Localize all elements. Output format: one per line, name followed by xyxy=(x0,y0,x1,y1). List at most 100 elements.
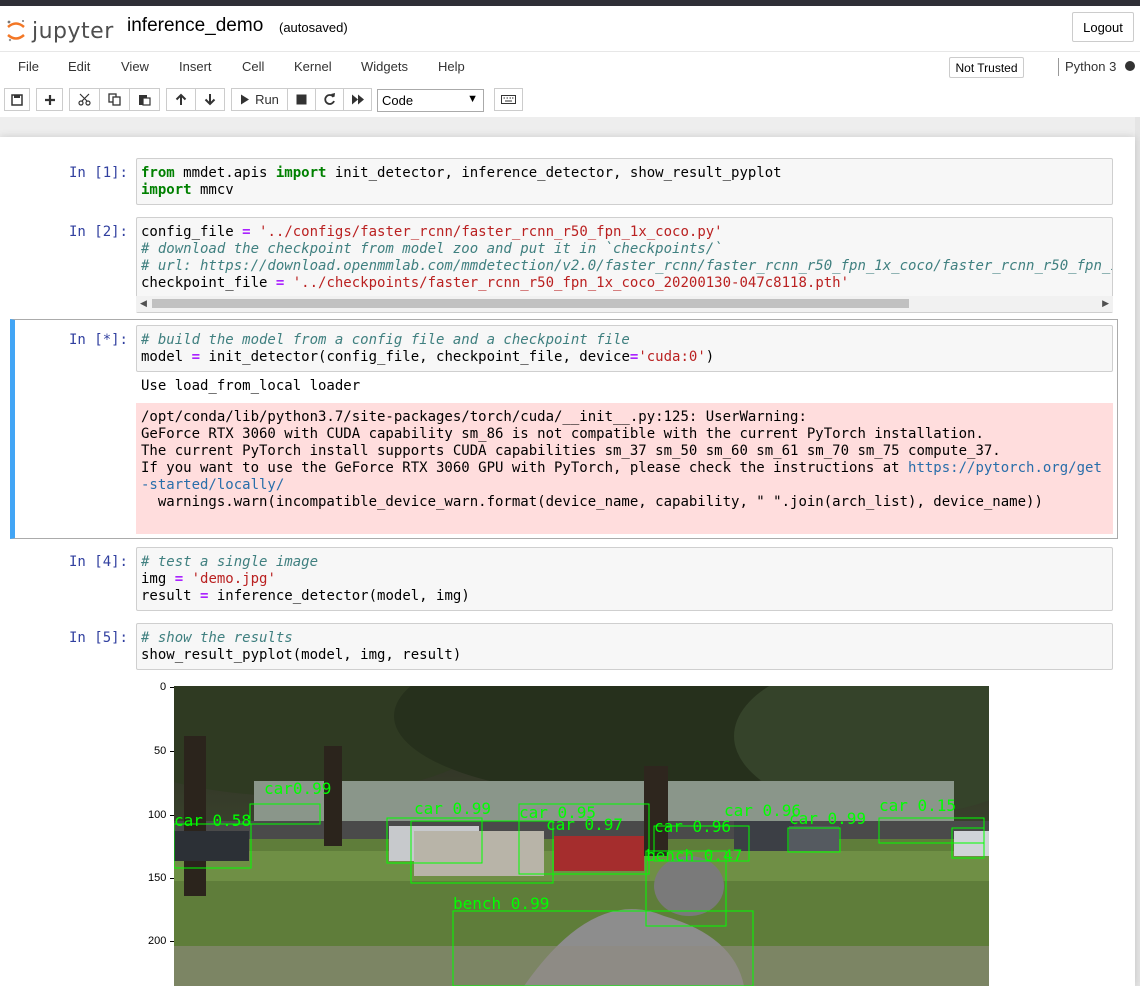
detection-label: car 0.15 xyxy=(879,796,956,815)
jupyter-logo-text: jupyter xyxy=(32,18,114,44)
y-tick-label: 0 xyxy=(160,681,167,693)
menubar: File Edit View Insert Cell Kernel Widget… xyxy=(0,51,1140,84)
stderr-output: /opt/conda/lib/python3.7/site-packages/t… xyxy=(136,403,1113,534)
cut-button[interactable] xyxy=(69,88,100,111)
interrupt-button[interactable] xyxy=(287,88,316,111)
y-tick-label: 150 xyxy=(148,872,167,884)
fast-forward-icon xyxy=(351,94,364,105)
restart-run-all-button[interactable] xyxy=(343,88,372,111)
pytorch-link[interactable]: https://pytorch.org/get xyxy=(908,460,1102,476)
page-scrollbar[interactable] xyxy=(1135,117,1140,986)
not-trusted-button[interactable]: Not Trusted xyxy=(949,57,1024,78)
stderr-line: The current PyTorch install supports CUD… xyxy=(141,443,1001,459)
command-palette-button[interactable] xyxy=(494,88,523,111)
code-cell-input[interactable]: # build the model from a config file and… xyxy=(136,325,1113,372)
arrow-down-icon xyxy=(204,94,216,106)
code-line: img = 'demo.jpg' xyxy=(141,571,276,587)
move-up-button[interactable] xyxy=(166,88,196,111)
code-line: model = init_detector(config_file, check… xyxy=(141,349,715,365)
paste-button[interactable] xyxy=(129,88,160,111)
menu-help[interactable]: Help xyxy=(438,59,465,74)
menu-widgets[interactable]: Widgets xyxy=(361,59,408,74)
code-line: from mmdet.apis import init_detector, in… xyxy=(141,165,782,181)
save-button[interactable] xyxy=(4,88,30,111)
cell-prompt: In [1]: xyxy=(68,165,128,181)
autosave-status: (autosaved) xyxy=(279,20,348,35)
run-button-label: Run xyxy=(255,92,279,107)
kernel-separator xyxy=(1058,58,1059,76)
detection-label: car 0.58 xyxy=(174,811,251,830)
menu-edit[interactable]: Edit xyxy=(68,59,90,74)
scroll-right-icon[interactable]: ▶ xyxy=(1102,298,1109,309)
restart-button[interactable] xyxy=(315,88,344,111)
chevron-down-icon: ▼ xyxy=(467,93,478,105)
detection-label: car 0.96 xyxy=(654,817,731,836)
scroll-left-icon[interactable]: ◀ xyxy=(140,298,147,309)
code-line: import mmcv xyxy=(141,182,234,198)
code-line: # build the model from a config file and… xyxy=(141,332,630,348)
stderr-line: /opt/conda/lib/python3.7/site-packages/t… xyxy=(141,409,807,425)
cell-type-select[interactable]: Code ▼ xyxy=(377,89,484,112)
toolbar: Run Code ▼ xyxy=(0,83,1140,117)
horizontal-scrollbar[interactable]: ◀ ▶ xyxy=(136,296,1113,312)
detection-label: car0.99 xyxy=(264,779,331,798)
kernel-name[interactable]: Python 3 xyxy=(1065,59,1116,74)
code-line: show_result_pyplot(model, img, result) xyxy=(141,647,462,663)
code-line: config_file = '../configs/faster_rcnn/fa… xyxy=(141,224,723,240)
y-tick-label: 100 xyxy=(148,809,167,821)
notebook-name[interactable]: inference_demo xyxy=(127,15,263,37)
cell-prompt: In [4]: xyxy=(68,554,128,570)
jupyter-logo[interactable]: jupyter xyxy=(6,16,114,46)
copy-icon xyxy=(108,93,121,106)
stop-icon xyxy=(296,94,307,105)
menu-cell[interactable]: Cell xyxy=(242,59,264,74)
stderr-line: warnings.warn(incompatible_device_warn.f… xyxy=(141,494,1043,510)
menu-insert[interactable]: Insert xyxy=(179,59,212,74)
menu-kernel[interactable]: Kernel xyxy=(294,59,332,74)
copy-button[interactable] xyxy=(99,88,130,111)
notebook-header: jupyter inference_demo (autosaved) Logou… xyxy=(0,6,1140,51)
cell-prompt: In [2]: xyxy=(68,224,128,240)
code-line: checkpoint_file = '../checkpoints/faster… xyxy=(141,275,850,291)
code-line: # show the results xyxy=(141,630,293,646)
scrollbar-thumb[interactable] xyxy=(152,299,909,308)
code-line: result = inference_detector(model, img) xyxy=(141,588,470,604)
detection-label: car 0.99 xyxy=(414,799,491,818)
detection-result-image: car 0.58 car0.99 car 0.99 car 0.95 car 0… xyxy=(174,686,989,986)
cell-prompt: In [5]: xyxy=(68,630,128,646)
detection-label: car 0.99 xyxy=(789,809,866,828)
detection-label: bench 0.99 xyxy=(453,894,549,913)
code-line: # test a single image xyxy=(141,554,319,570)
keyboard-icon xyxy=(501,95,516,104)
run-icon xyxy=(241,94,250,105)
cell-type-value: Code xyxy=(382,93,414,108)
code-cell-input[interactable]: from mmdet.apis import init_detector, in… xyxy=(136,158,1113,205)
jupyter-logo-icon xyxy=(7,20,25,42)
menu-view[interactable]: View xyxy=(121,59,149,74)
paste-icon xyxy=(139,95,151,106)
code-cell-input[interactable]: # show the results show_result_pyplot(mo… xyxy=(136,623,1113,670)
stderr-line[interactable]: -started/locally/ xyxy=(141,477,1113,494)
cut-icon xyxy=(78,93,91,106)
run-button[interactable]: Run xyxy=(231,88,288,111)
code-line: # download the checkpoint from model zoo… xyxy=(141,241,723,257)
code-cell-input[interactable]: # test a single image img = 'demo.jpg' r… xyxy=(136,547,1113,611)
stderr-line: GeForce RTX 3060 with CUDA capability sm… xyxy=(141,426,984,442)
kernel-busy-indicator-icon xyxy=(1125,61,1135,71)
restart-icon xyxy=(324,93,335,105)
detection-label: car 0.97 xyxy=(546,815,623,834)
stderr-line: If you want to use the GeForce RTX 3060 … xyxy=(141,460,1102,476)
menu-file[interactable]: File xyxy=(18,59,39,74)
detection-label: bench 0.47 xyxy=(646,846,742,865)
plus-icon xyxy=(44,94,55,105)
code-line: # url: https://download.openmmlab.com/mm… xyxy=(141,258,1113,274)
logout-button[interactable]: Logout xyxy=(1072,12,1134,42)
y-tick-label: 50 xyxy=(154,745,167,757)
insert-cell-button[interactable] xyxy=(36,88,63,111)
y-tick-label: 200 xyxy=(148,935,167,947)
save-icon xyxy=(11,93,23,106)
arrow-up-icon xyxy=(175,93,187,105)
cell-prompt: In [*]: xyxy=(68,332,128,348)
detection-photo: car 0.58 car0.99 car 0.99 car 0.95 car 0… xyxy=(174,686,989,986)
move-down-button[interactable] xyxy=(195,88,225,111)
